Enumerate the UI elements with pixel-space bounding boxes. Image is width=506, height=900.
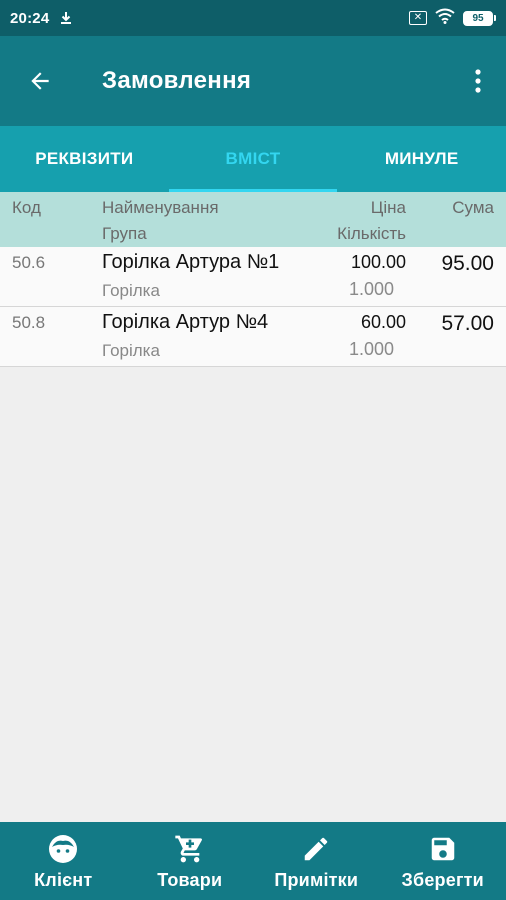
download-icon — [59, 11, 73, 25]
client-label: Клієнт — [34, 869, 93, 890]
save-icon — [428, 832, 458, 866]
row-group: Горілка — [102, 281, 160, 300]
more-vert-icon — [475, 69, 481, 93]
row-quantity: 1.000 — [348, 279, 394, 299]
no-sim-icon: ✕ — [409, 11, 427, 25]
status-time: 20:24 — [10, 9, 50, 27]
header-group: Група — [102, 224, 147, 243]
goods-label: Товари — [157, 869, 223, 890]
battery-icon: 95 — [463, 10, 496, 26]
face-icon — [47, 832, 79, 866]
table-header: Код Найменування Група Ціна Кількість Су… — [0, 192, 506, 247]
tab-mynule[interactable]: МИНУЛЕ — [337, 126, 506, 192]
row-group: Горілка — [102, 341, 160, 360]
client-button[interactable]: Клієнт — [0, 822, 127, 900]
row-name: Горілка Артура №1 — [102, 251, 280, 273]
header-code: Код — [12, 198, 41, 217]
back-button[interactable] — [0, 36, 80, 126]
tab-rekvizyty[interactable]: РЕКВІЗИТИ — [0, 126, 169, 192]
row-price: 60.00 — [360, 312, 406, 332]
save-button[interactable]: Зберегти — [380, 822, 506, 900]
pencil-icon — [301, 832, 331, 866]
cart-icon — [174, 832, 206, 866]
tab-vmist[interactable]: ВМІСТ — [168, 126, 338, 192]
tab-bar: РЕКВІЗИТИ ВМІСТ МИНУЛЕ — [0, 126, 506, 192]
notes-label: Примітки — [274, 869, 359, 890]
row-code: 50.8 — [12, 313, 46, 332]
wifi-icon — [435, 8, 455, 29]
more-options-button[interactable] — [450, 36, 506, 126]
table-row[interactable]: 50.8 Горілка Артур №4 Горілка 60.00 1.00… — [0, 307, 506, 367]
header-quantity: Кількість — [337, 224, 406, 243]
row-code: 50.6 — [12, 253, 46, 272]
table-row[interactable]: 50.6 Горілка Артура №1 Горілка 100.00 1.… — [0, 247, 506, 307]
header-sum: Сума — [452, 198, 494, 217]
battery-level: 95 — [463, 10, 493, 26]
row-name: Горілка Артур №4 — [102, 311, 269, 333]
notes-button[interactable]: Примітки — [253, 822, 380, 900]
save-label: Зберегти — [401, 869, 484, 890]
row-sum: 57.00 — [441, 312, 494, 335]
bottom-nav: Клієнт Товари Примітки Зберегти — [0, 822, 506, 900]
arrow-back-icon — [31, 72, 49, 90]
app-bar: Замовлення — [0, 36, 506, 126]
row-sum: 95.00 — [441, 252, 494, 275]
goods-button[interactable]: Товари — [127, 822, 254, 900]
row-price: 100.00 — [350, 252, 406, 272]
header-price: Ціна — [370, 198, 406, 217]
header-name: Найменування — [102, 198, 219, 217]
status-bar: 20:24 ✕ 95 — [0, 0, 506, 36]
status-icons: ✕ 95 — [409, 8, 496, 29]
row-quantity: 1.000 — [348, 339, 394, 359]
page-title: Замовлення — [102, 67, 252, 94]
